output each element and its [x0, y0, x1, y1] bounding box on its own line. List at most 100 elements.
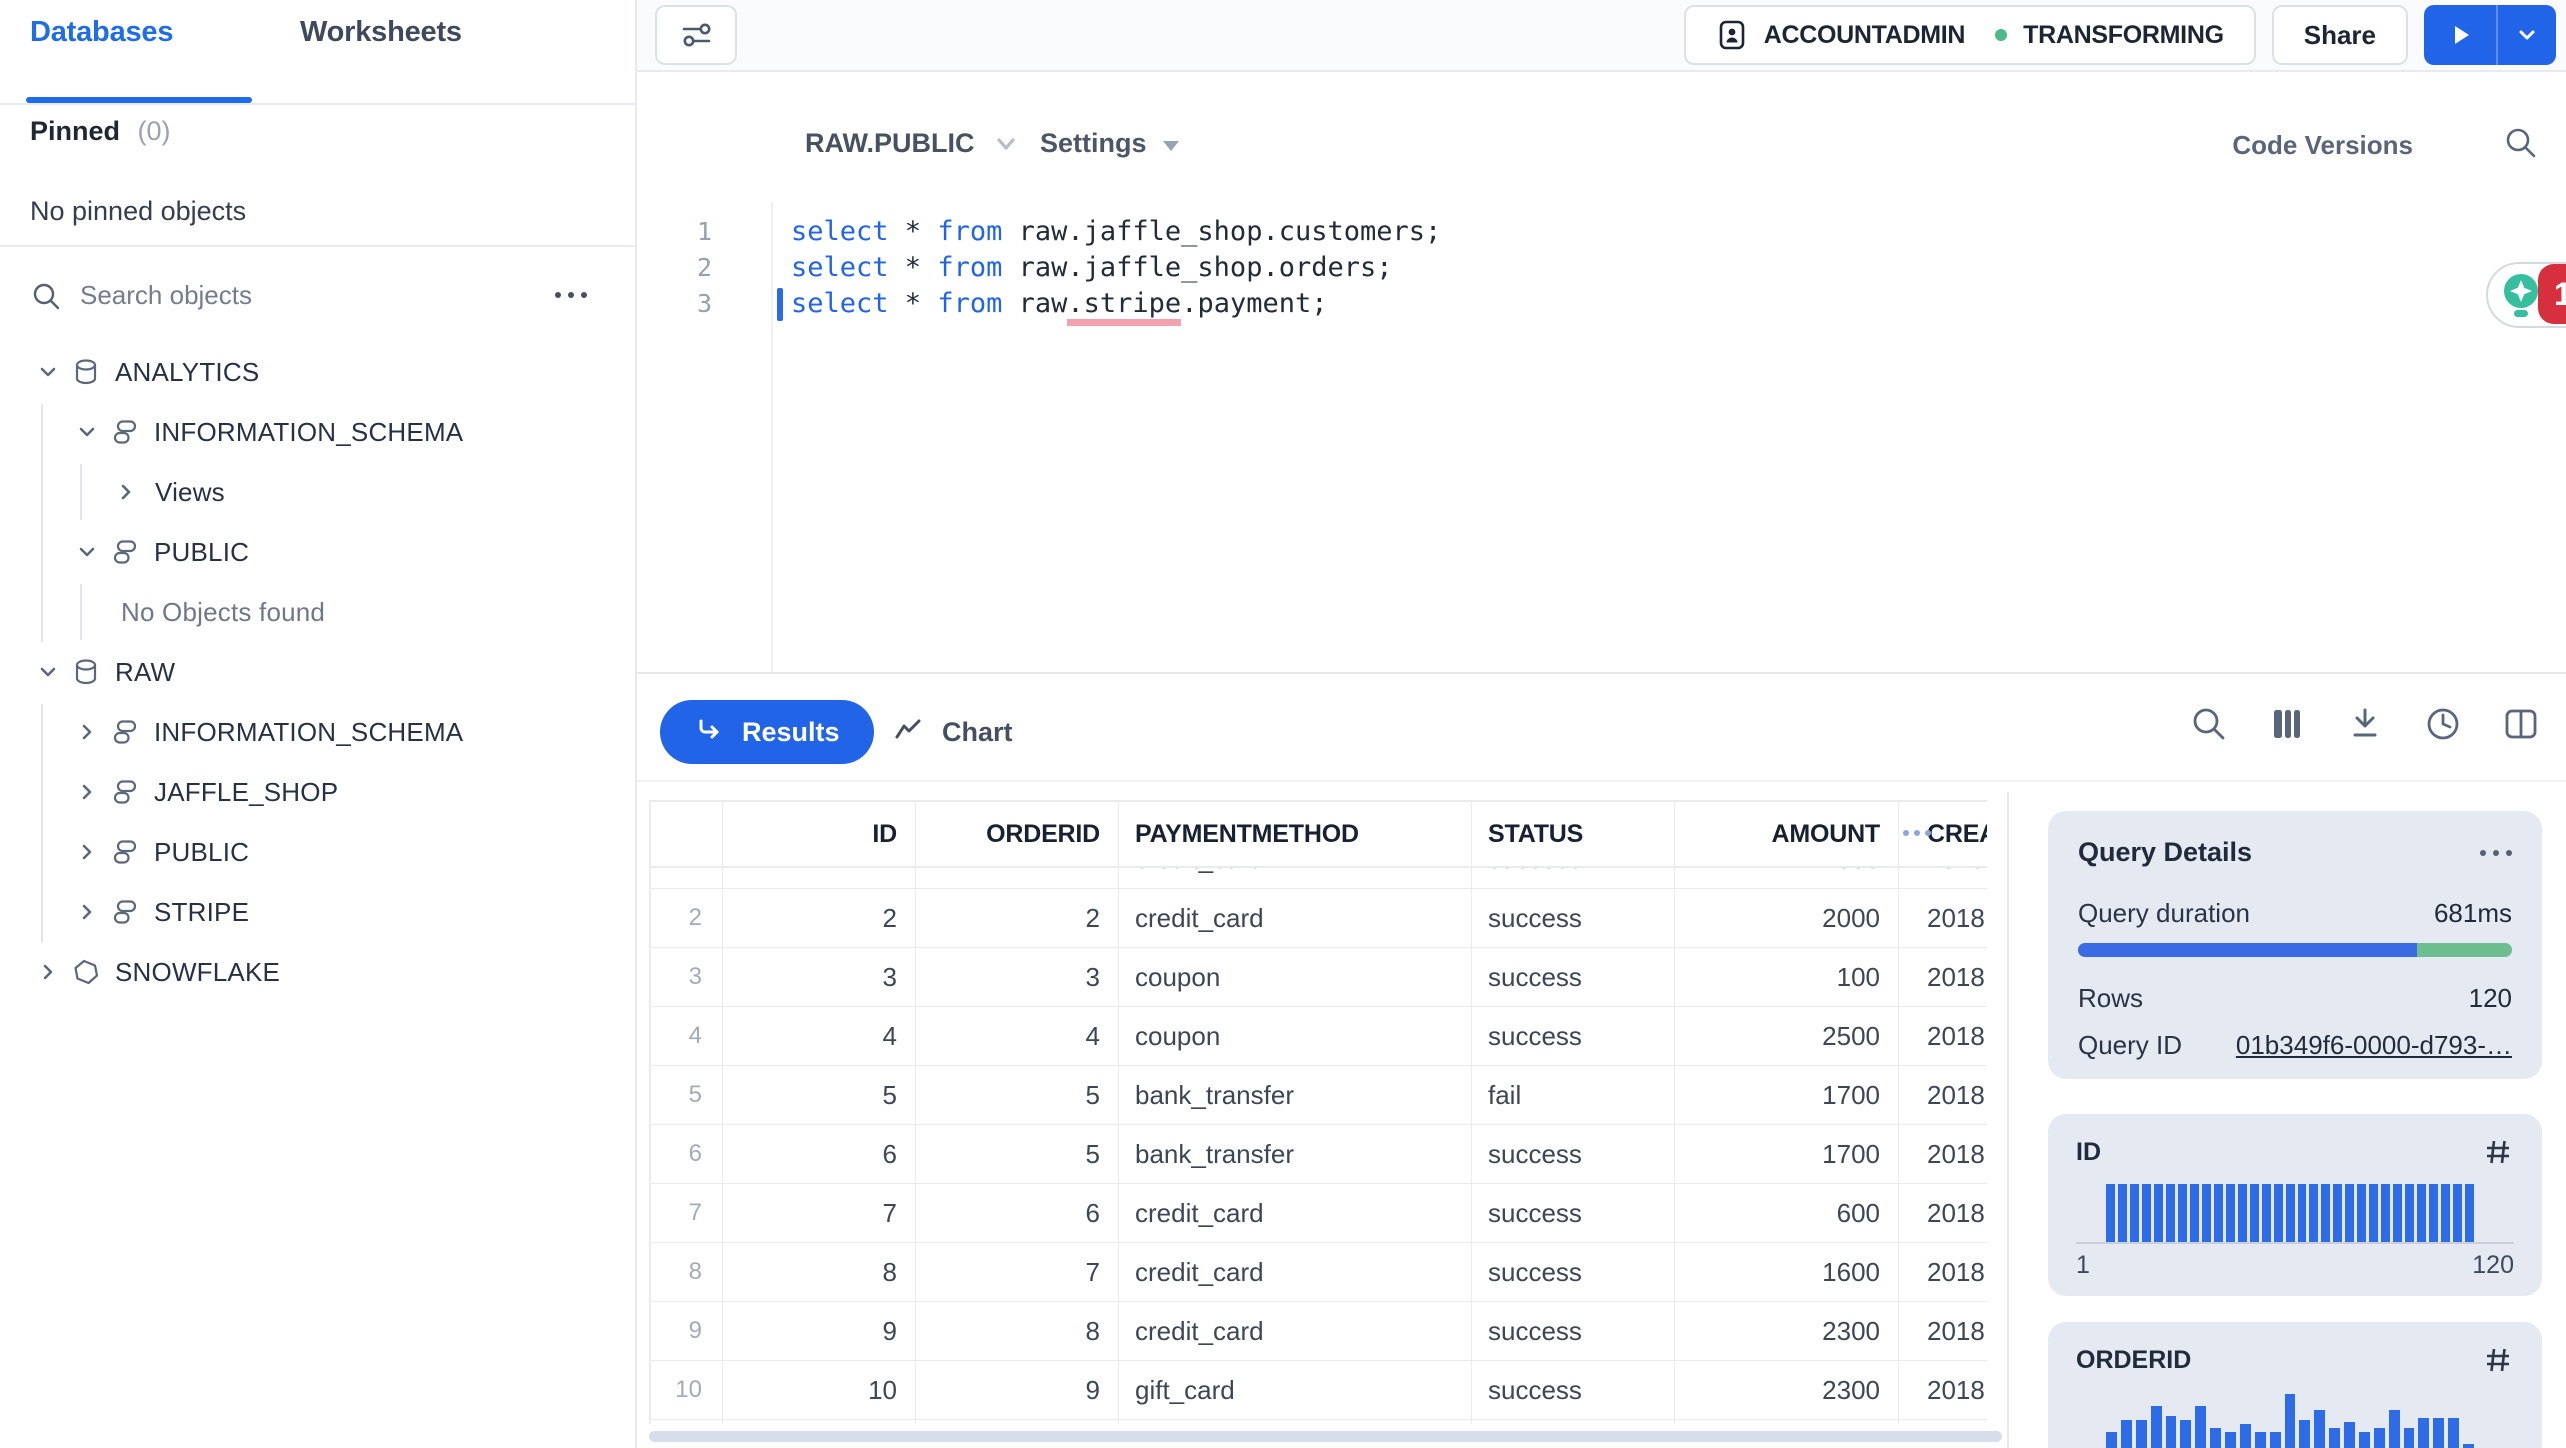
tab-databases[interactable]: Databases — [30, 16, 173, 49]
code-line[interactable]: 3 select * from raw.stripe.payment; — [637, 286, 2566, 326]
more-options-icon[interactable] — [555, 292, 587, 298]
table-cell[interactable]: bank_transfer — [1119, 1066, 1472, 1124]
row-number[interactable]: 7 — [651, 1184, 723, 1242]
table-cell[interactable]: success — [1472, 1361, 1675, 1419]
table-cell[interactable]: 1700 — [1675, 1125, 1899, 1183]
table-cell[interactable] — [916, 1420, 1119, 1424]
table-cell[interactable]: 2018 — [1899, 1302, 1987, 1360]
table-cell[interactable]: 2300 — [1675, 1302, 1899, 1360]
table-cell[interactable]: gift_card — [1119, 1361, 1472, 1419]
table-row[interactable] — [651, 1420, 1987, 1424]
table-cell[interactable]: 8 — [723, 1243, 916, 1301]
table-cell[interactable]: 2018 — [1899, 1361, 1987, 1419]
table-row[interactable]: 10 10 9 gift_card success 2300 2018 — [651, 1361, 1987, 1420]
query-details-menu-icon[interactable] — [2480, 849, 2512, 856]
table-row[interactable]: 6 6 5 bank_transfer success 1700 2018 — [651, 1125, 1987, 1184]
table-cell[interactable]: success — [1472, 1007, 1675, 1065]
tree-item-stripe[interactable]: STRIPE — [0, 882, 637, 942]
table-cell[interactable]: 2500 — [1675, 1007, 1899, 1065]
row-number[interactable]: 2 — [651, 889, 723, 947]
table-cell[interactable]: success — [1472, 948, 1675, 1006]
tree-item-public[interactable]: PUBLIC — [0, 822, 637, 882]
object-search[interactable]: Search objects — [0, 268, 637, 326]
results-search-icon[interactable] — [2189, 704, 2229, 744]
table-cell[interactable] — [1899, 1420, 1987, 1424]
table-cell[interactable]: success — [1472, 1302, 1675, 1360]
run-options-chevron-icon[interactable] — [2498, 5, 2556, 65]
code-line[interactable]: 1 select * from raw.jaffle_shop.customers… — [637, 214, 2566, 250]
table-cell[interactable]: 2018 — [1899, 1243, 1987, 1301]
row-number[interactable] — [651, 1420, 723, 1424]
settings-dropdown[interactable]: Settings — [1040, 128, 1179, 159]
table-row[interactable]: 3 3 3 coupon success 100 2018 — [651, 948, 1987, 1007]
tab-chart[interactable]: Chart — [892, 700, 1013, 764]
table-cell[interactable]: 4 — [723, 1007, 916, 1065]
tab-results[interactable]: Results — [660, 700, 874, 764]
tree-item-information-schema[interactable]: INFORMATION_SCHEMA — [0, 402, 637, 462]
table-cell[interactable]: 1600 — [1675, 1243, 1899, 1301]
table-cell[interactable]: 10 — [723, 1361, 916, 1419]
results-grid[interactable]: IDORDERIDPAYMENTMETHODSTATUSAMOUNTCREATE… — [649, 800, 1987, 1424]
column-menu-dots-icon[interactable] — [1903, 830, 1931, 836]
table-row[interactable]: 5 5 5 bank_transfer fail 1700 2018 — [651, 1066, 1987, 1125]
filters-button[interactable] — [655, 5, 737, 65]
row-number-header[interactable] — [651, 802, 723, 866]
table-cell[interactable]: 600 — [1675, 1184, 1899, 1242]
tree-item-information-schema[interactable]: INFORMATION_SCHEMA — [0, 702, 637, 762]
tree-item-raw[interactable]: RAW — [0, 642, 637, 702]
error-count-badge[interactable]: 1 — [2538, 264, 2566, 324]
table-row[interactable]: 8 8 7 credit_card success 1600 2018 — [651, 1243, 1987, 1302]
table-cell[interactable]: 2300 — [1675, 1361, 1899, 1419]
table-cell[interactable]: success — [1472, 1125, 1675, 1183]
table-cell[interactable]: 9 — [916, 1361, 1119, 1419]
table-cell[interactable]: 5 — [916, 1125, 1119, 1183]
tree-item-snowflake[interactable]: SNOWFLAKE — [0, 942, 637, 1002]
table-cell[interactable]: 2018 — [1899, 889, 1987, 947]
column-stat-card-id[interactable]: ID 1 120 — [2048, 1114, 2542, 1296]
table-cell[interactable]: 4 — [916, 1007, 1119, 1065]
table-cell[interactable]: 2018 — [1899, 1066, 1987, 1124]
table-cell[interactable]: credit_card — [1119, 1302, 1472, 1360]
table-cell[interactable]: 2 — [723, 889, 916, 947]
play-icon[interactable] — [2424, 5, 2498, 65]
table-cell[interactable] — [1472, 1420, 1675, 1424]
table-cell[interactable]: 6 — [916, 1184, 1119, 1242]
context-pill[interactable]: ACCOUNTADMIN TRANSFORMING — [1683, 5, 2256, 65]
table-cell[interactable]: 2018 — [1899, 1184, 1987, 1242]
column-header-orderid[interactable]: ORDERID — [916, 802, 1119, 866]
table-cell[interactable]: 2018 — [1899, 1125, 1987, 1183]
column-header-status[interactable]: STATUS — [1472, 802, 1675, 866]
query-id-link[interactable]: 01b349f6-0000-d793-… — [2236, 1030, 2512, 1061]
table-row[interactable]: 4 4 4 coupon success 2500 2018 — [651, 1007, 1987, 1066]
columns-icon[interactable] — [2267, 704, 2307, 744]
download-icon[interactable] — [2345, 704, 2385, 744]
table-cell[interactable]: 2 — [916, 889, 1119, 947]
table-cell[interactable]: 3 — [723, 948, 916, 1006]
table-cell[interactable]: success — [1472, 889, 1675, 947]
table-cell[interactable]: credit_card — [1119, 1184, 1472, 1242]
tree-item-analytics[interactable]: ANALYTICS — [0, 342, 637, 402]
table-cell[interactable]: success — [1472, 1184, 1675, 1242]
code-line[interactable]: 2 select * from raw.jaffle_shop.orders; — [637, 250, 2566, 286]
table-cell[interactable]: fail — [1472, 1066, 1675, 1124]
table-row[interactable]: 9 9 8 credit_card success 2300 2018 — [651, 1302, 1987, 1361]
table-cell[interactable]: 7 — [723, 1184, 916, 1242]
editor-search-icon[interactable] — [2502, 124, 2540, 162]
table-cell[interactable]: 8 — [916, 1302, 1119, 1360]
table-cell[interactable]: 100 — [1675, 948, 1899, 1006]
history-clock-icon[interactable] — [2423, 704, 2463, 744]
column-stat-card-orderid[interactable]: ORDERID — [2048, 1322, 2542, 1448]
column-header-id[interactable]: ID — [723, 802, 916, 866]
code-versions-link[interactable]: Code Versions — [2232, 130, 2413, 161]
table-cell[interactable]: coupon — [1119, 1007, 1472, 1065]
table-row[interactable]: 7 7 6 credit_card success 600 2018 — [651, 1184, 1987, 1243]
horizontal-scrollbar[interactable] — [649, 1431, 2002, 1442]
table-cell[interactable] — [723, 1420, 916, 1424]
table-cell[interactable]: 3 — [916, 948, 1119, 1006]
row-number[interactable]: 9 — [651, 1302, 723, 1360]
column-header-amount[interactable]: AMOUNT — [1675, 802, 1899, 866]
table-cell[interactable]: 5 — [723, 1066, 916, 1124]
table-cell[interactable]: 1700 — [1675, 1066, 1899, 1124]
table-cell[interactable]: success — [1472, 1243, 1675, 1301]
database-context-selector[interactable]: RAW.PUBLIC — [805, 128, 1021, 159]
